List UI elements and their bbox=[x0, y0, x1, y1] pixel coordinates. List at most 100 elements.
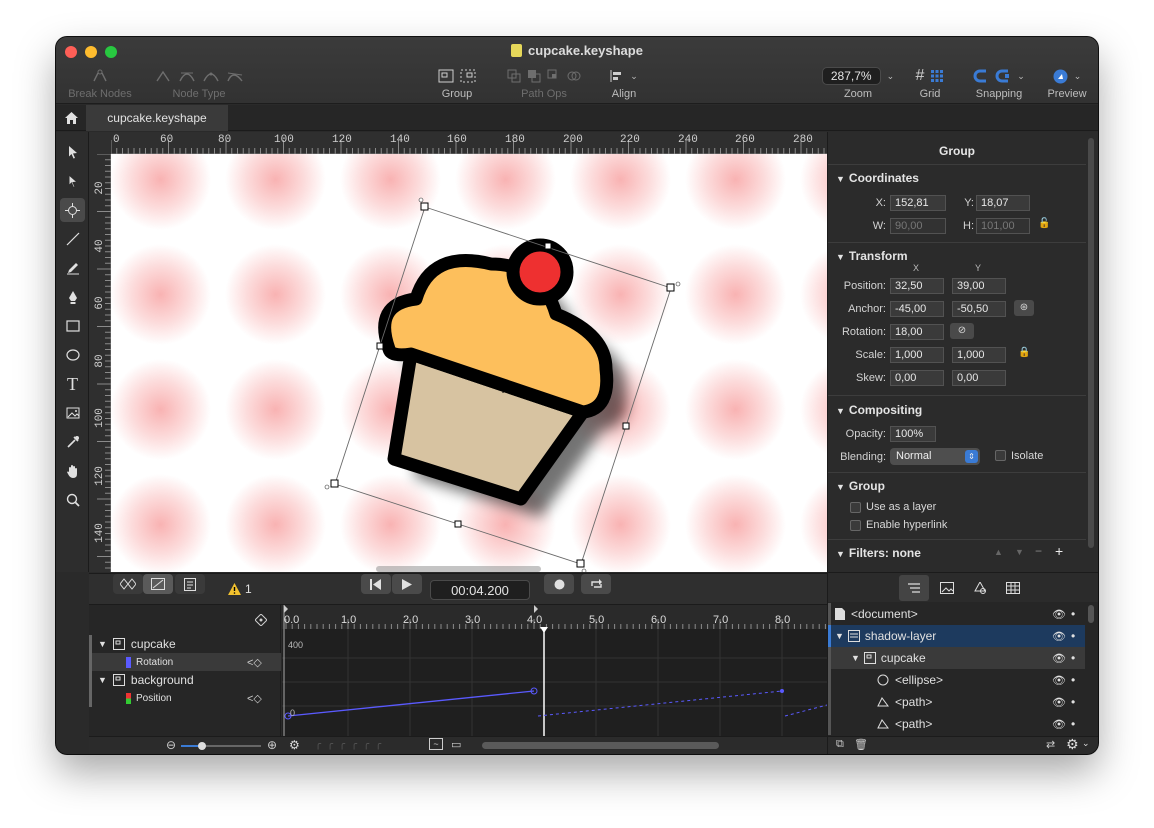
canvas-scrollbar-h[interactable] bbox=[376, 566, 541, 572]
disclosure-triangle-icon[interactable]: ▼ bbox=[835, 631, 844, 641]
coordinates-section[interactable]: ▼ Coordinates bbox=[836, 171, 919, 185]
rectangle-tool[interactable] bbox=[60, 314, 85, 338]
snapping-button[interactable]: ⌄ Snapping bbox=[968, 67, 1030, 100]
eye-icon[interactable]: 👁 bbox=[1052, 630, 1066, 643]
rotation-field[interactable]: 18,00 bbox=[890, 324, 944, 340]
keyframe-mode-button[interactable] bbox=[113, 574, 143, 594]
selection-handle[interactable] bbox=[622, 422, 630, 430]
layer-row-document[interactable]: <document> 👁 • bbox=[828, 603, 1085, 625]
home-button[interactable] bbox=[56, 105, 86, 131]
loop-button[interactable] bbox=[581, 574, 611, 594]
layer-row-path[interactable]: <path> 👁 • bbox=[828, 713, 1085, 735]
anchor-tool[interactable] bbox=[60, 198, 85, 222]
track-row-rotation[interactable]: Rotation <◇ bbox=[89, 653, 281, 671]
use-as-layer-checkbox[interactable] bbox=[850, 502, 861, 513]
gear-chevron-down-icon[interactable]: ⌄ bbox=[1082, 738, 1090, 749]
line-tool[interactable] bbox=[60, 227, 85, 251]
layer-row-shadow-layer[interactable]: ▼ shadow-layer 👁 • bbox=[828, 625, 1085, 647]
eye-icon[interactable]: 👁 bbox=[1052, 652, 1066, 665]
new-layer-icon[interactable]: ⧉ bbox=[836, 738, 844, 751]
ellipse-tool[interactable] bbox=[60, 343, 85, 367]
pen-tool[interactable] bbox=[60, 285, 85, 309]
disclosure-triangle-icon[interactable]: ▼ bbox=[851, 653, 860, 663]
layer-row-cupcake[interactable]: ▼ cupcake 👁 • bbox=[828, 647, 1085, 669]
filter-add-icon[interactable]: + bbox=[1055, 543, 1063, 559]
horizontal-ruler[interactable]: 0 60 80 100 120 140 160 180 200 220 240 … bbox=[111, 132, 827, 154]
trash-icon[interactable]: 🗑 bbox=[854, 738, 868, 751]
selection-handle[interactable] bbox=[376, 342, 384, 350]
lock-dot-icon[interactable]: • bbox=[1071, 651, 1075, 665]
tab-layers[interactable] bbox=[899, 575, 929, 601]
rotation-curve[interactable] bbox=[287, 690, 535, 717]
time-field[interactable]: 00:04.200 bbox=[430, 580, 530, 600]
timeline-graph[interactable]: 0.0 1.0 2.0 3.0 4.0 5.0 6.0 7.0 8.0 400 … bbox=[282, 605, 827, 736]
grid-button[interactable]: # Grid bbox=[904, 67, 956, 100]
scale-x-field[interactable]: 1,000 bbox=[890, 347, 944, 363]
document-tab[interactable]: cupcake.keyshape bbox=[86, 105, 228, 131]
anchor-center-button[interactable]: ⊛ bbox=[1014, 300, 1034, 316]
text-tool[interactable]: T bbox=[60, 372, 85, 396]
inspector-scrollbar[interactable] bbox=[1088, 138, 1094, 548]
zoom-chevron-down-icon[interactable]: ⌄ bbox=[887, 71, 895, 82]
enable-hyperlink-checkbox[interactable] bbox=[850, 520, 861, 531]
track-row-cupcake[interactable]: ▼ cupcake bbox=[89, 635, 281, 653]
anchor-x-field[interactable]: -45,00 bbox=[890, 301, 944, 317]
eye-icon[interactable]: 👁 bbox=[1052, 718, 1066, 731]
selection-handle[interactable] bbox=[576, 559, 585, 568]
select-tool[interactable] bbox=[60, 140, 85, 164]
blending-select[interactable]: Normal ⇕ bbox=[890, 448, 980, 465]
lock-dot-icon[interactable]: • bbox=[1071, 673, 1075, 687]
compositing-section[interactable]: ▼ Compositing bbox=[836, 403, 922, 417]
skew-x-field[interactable]: 0,00 bbox=[890, 370, 944, 386]
path-ops-button[interactable]: Path Ops bbox=[496, 67, 592, 100]
selection-handle[interactable] bbox=[666, 283, 675, 292]
pencil-tool[interactable] bbox=[60, 256, 85, 280]
isolate-checkbox[interactable] bbox=[995, 450, 1006, 461]
node-select-tool[interactable] bbox=[60, 169, 85, 193]
selection-handle[interactable] bbox=[454, 520, 462, 528]
wave-icon[interactable]: ~ bbox=[429, 738, 443, 750]
rotation-reset-button[interactable]: ⊘ bbox=[950, 323, 974, 339]
hand-tool[interactable] bbox=[60, 459, 85, 483]
timeline-zoom-slider[interactable] bbox=[181, 742, 261, 750]
break-nodes-button[interactable]: Break Nodes bbox=[65, 67, 135, 100]
warnings-indicator[interactable]: 1 bbox=[228, 582, 252, 596]
track-row-position[interactable]: Position <◇ bbox=[89, 689, 281, 707]
group-button[interactable]: Group bbox=[432, 67, 482, 100]
filter-remove-icon[interactable]: − bbox=[1035, 544, 1042, 558]
lock-dot-icon[interactable]: • bbox=[1071, 629, 1075, 643]
eye-icon[interactable]: 👁 bbox=[1052, 674, 1066, 687]
image-tool[interactable] bbox=[60, 401, 85, 425]
scale-lock-icon[interactable]: 🔒 bbox=[1018, 347, 1030, 358]
lock-icon[interactable]: 🔓 bbox=[1038, 218, 1050, 229]
preview-button[interactable]: ⌄ Preview bbox=[1042, 67, 1092, 100]
go-to-start-button[interactable] bbox=[361, 574, 391, 594]
lock-dot-icon[interactable]: • bbox=[1071, 717, 1075, 731]
vertical-ruler[interactable]: 20 40 60 80 100 120 140 bbox=[89, 154, 111, 572]
swap-icon[interactable]: ⇄ bbox=[1046, 738, 1055, 751]
y-field[interactable]: 18,07 bbox=[976, 195, 1030, 211]
zoom-out-icon[interactable]: ⊖ bbox=[166, 738, 176, 752]
layers-scrollbar[interactable] bbox=[1088, 605, 1094, 623]
zoom-field[interactable]: 287,7% bbox=[821, 67, 881, 85]
position-x-field[interactable]: 32,50 bbox=[890, 278, 944, 294]
track-row-background[interactable]: ▼ background bbox=[89, 671, 281, 689]
selection-handle[interactable] bbox=[544, 242, 552, 250]
scale-y-field[interactable]: 1,000 bbox=[952, 347, 1006, 363]
graph-mode-button[interactable] bbox=[143, 574, 173, 594]
filters-section[interactable]: ▼ Filters: none bbox=[836, 546, 921, 560]
group-section[interactable]: ▼ Group bbox=[836, 479, 885, 493]
lock-dot-icon[interactable]: • bbox=[1071, 695, 1075, 709]
tab-assets[interactable] bbox=[932, 575, 962, 601]
tab-table[interactable] bbox=[998, 575, 1028, 601]
tab-shapes[interactable] bbox=[965, 575, 995, 601]
comment-icon[interactable]: ▭ bbox=[451, 738, 461, 751]
position-y-field[interactable]: 39,00 bbox=[952, 278, 1006, 294]
disclosure-triangle-icon[interactable]: ▼ bbox=[98, 639, 107, 649]
cupcake-cherry[interactable] bbox=[506, 238, 574, 306]
layer-row-path[interactable]: <path> 👁 • bbox=[828, 691, 1085, 713]
x-field[interactable]: 152,81 bbox=[890, 195, 946, 211]
eyedropper-tool[interactable] bbox=[60, 430, 85, 454]
layer-row-ellipse[interactable]: <ellipse> 👁 • bbox=[828, 669, 1085, 691]
skew-y-field[interactable]: 0,00 bbox=[952, 370, 1006, 386]
